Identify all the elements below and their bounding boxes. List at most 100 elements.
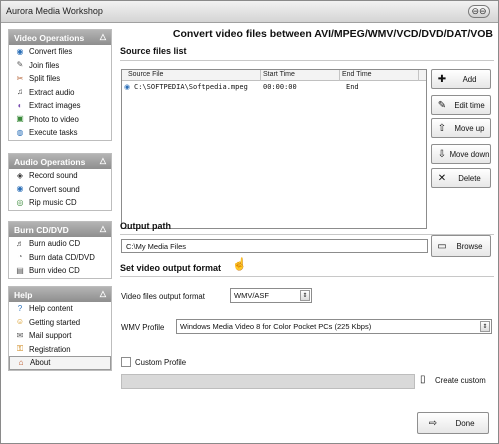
- select-value: Windows Media Video 8 for Color Pocket P…: [180, 322, 372, 331]
- chevron-updown-icon[interactable]: ⇕: [480, 321, 490, 332]
- panel-audio-operations: Audio Operations △ ◈ Record sound ◉ Conv…: [8, 153, 112, 211]
- panel-title: Audio Operations: [14, 157, 86, 167]
- collapse-icon[interactable]: △: [100, 289, 106, 298]
- convert-icon: ◉: [16, 46, 24, 56]
- column-header-start-time[interactable]: Start Time: [263, 71, 295, 78]
- sidebar: Video Operations △ ◉ Convert files ✎ Joi…: [1, 24, 116, 443]
- audio-icon: ♫: [17, 87, 23, 97]
- panel-title: Help: [14, 290, 33, 300]
- create-custom-button[interactable]: ▯ Create custom: [420, 374, 486, 386]
- photo-icon: ▣: [16, 114, 24, 124]
- sidebar-item-burn-video-cd[interactable]: ▤ Burn video CD: [9, 264, 111, 278]
- sidebar-item-record-sound[interactable]: ◈ Record sound: [9, 169, 111, 183]
- browse-button[interactable]: ▭ Browse: [431, 235, 491, 257]
- cell-end-time: End: [346, 83, 359, 91]
- button-label: Add: [462, 74, 477, 84]
- sidebar-item-split-files[interactable]: ✂ Split files: [9, 72, 111, 86]
- help-icon: ?: [17, 303, 23, 313]
- title-bar: Aurora Media Workshop ⊖⊖: [1, 1, 498, 23]
- sidebar-item-extract-images[interactable]: ◐ Extract images: [9, 99, 111, 113]
- sidebar-item-label: Burn audio CD: [29, 239, 81, 249]
- file-type-icon: ◉: [124, 83, 131, 91]
- panel-header[interactable]: Audio Operations △: [9, 154, 111, 169]
- burn-audio-icon: ♬: [16, 238, 24, 248]
- edit-time-button[interactable]: ✎ Edit time: [431, 95, 491, 115]
- sidebar-item-mail-support[interactable]: ✉ Mail support: [9, 329, 111, 343]
- sidebar-item-label: Burn data CD/DVD: [29, 252, 95, 262]
- split-icon: ✂: [16, 73, 24, 83]
- sidebar-item-label: Extract audio: [29, 87, 75, 97]
- collapse-icon[interactable]: △: [100, 32, 106, 41]
- panel-title: Burn CD/DVD: [14, 225, 69, 235]
- button-label: Move down: [449, 149, 490, 159]
- sidebar-item-help-content[interactable]: ? Help content: [9, 302, 111, 316]
- move-down-button[interactable]: ⇩ Move down: [431, 144, 491, 164]
- sidebar-item-execute-tasks[interactable]: ◍ Execute tasks: [9, 126, 111, 140]
- sidebar-item-label: Rip music CD: [29, 198, 77, 208]
- column-divider[interactable]: [260, 70, 261, 81]
- custom-profile-input: [121, 374, 415, 389]
- table-row[interactable]: ◉ C:\SOFTPEDIA\Softpedia.mpeg 00:00:00 E…: [122, 83, 426, 94]
- cd-icon: ◎: [16, 197, 24, 207]
- column-header-source-file[interactable]: Source File: [128, 71, 163, 78]
- arrow-down-icon: ⇩: [437, 148, 447, 160]
- document-icon: ▯: [420, 374, 426, 385]
- panel-header[interactable]: Video Operations △: [9, 30, 111, 45]
- button-label: Edit time: [454, 100, 485, 110]
- custom-profile-label: Custom Profile: [135, 358, 187, 367]
- sidebar-item-label: Mail support: [29, 331, 72, 341]
- registration-icon: ⚿: [16, 344, 24, 354]
- burn-video-icon: ▤: [16, 265, 24, 275]
- sidebar-item-rip-music-cd[interactable]: ◎ Rip music CD: [9, 196, 111, 210]
- page-title: Convert video files between AVI/MPEG/WMV…: [172, 28, 493, 40]
- sidebar-item-label: Convert sound: [29, 184, 80, 194]
- output-path-heading: Output path: [120, 221, 171, 231]
- burn-data-icon: ◔: [17, 252, 23, 262]
- sidebar-item-label: Burn video CD: [29, 266, 80, 276]
- sidebar-item-join-files[interactable]: ✎ Join files: [9, 59, 111, 73]
- move-up-button[interactable]: ⇧ Move up: [431, 118, 491, 138]
- hand-cursor-icon: ☝: [232, 257, 247, 271]
- start-icon: ☺: [15, 317, 25, 327]
- column-header-end-time[interactable]: End Time: [342, 71, 372, 78]
- wmv-profile-select[interactable]: Windows Media Video 8 for Color Pocket P…: [176, 319, 492, 334]
- join-icon: ✎: [16, 60, 24, 70]
- sidebar-item-photo-to-video[interactable]: ▣ Photo to video: [9, 113, 111, 127]
- record-icon: ◈: [16, 170, 24, 180]
- source-files-table[interactable]: Source File Start Time End Time ◉ C:\SOF…: [121, 69, 427, 229]
- sidebar-item-convert-sound[interactable]: ◉ Convert sound: [9, 183, 111, 197]
- done-button[interactable]: ⇨ Done: [417, 412, 489, 434]
- sidebar-item-label: Help content: [29, 304, 73, 314]
- column-divider[interactable]: [339, 70, 340, 81]
- chevron-updown-icon[interactable]: ⇕: [300, 290, 310, 301]
- window-minimize-button[interactable]: ⊖⊖: [468, 5, 490, 18]
- sidebar-item-label: Extract images: [29, 101, 81, 111]
- sidebar-item-about[interactable]: ⌂ About: [9, 356, 111, 370]
- arrow-up-icon: ⇧: [437, 122, 447, 134]
- sidebar-item-label: Photo to video: [29, 114, 79, 124]
- sidebar-item-label: Registration: [29, 344, 71, 354]
- delete-button[interactable]: ✕ Delete: [431, 168, 491, 188]
- convert-sound-icon: ◉: [16, 184, 24, 194]
- column-divider[interactable]: [418, 70, 419, 81]
- custom-profile-checkbox[interactable]: [121, 357, 131, 367]
- button-label: Move up: [454, 123, 485, 133]
- panel-header[interactable]: Burn CD/DVD △: [9, 222, 111, 237]
- edit-icon: ✎: [437, 99, 447, 111]
- select-value: WMV/ASF: [234, 291, 269, 300]
- sidebar-item-burn-data-cd-dvd[interactable]: ◔ Burn data CD/DVD: [9, 251, 111, 265]
- folder-icon: ▭: [437, 240, 447, 252]
- sidebar-item-burn-audio-cd[interactable]: ♬ Burn audio CD: [9, 237, 111, 251]
- sidebar-item-getting-started[interactable]: ☺ Getting started: [9, 316, 111, 330]
- add-button[interactable]: ✚ Add: [431, 69, 491, 89]
- home-icon: ⌂: [18, 357, 24, 367]
- collapse-icon[interactable]: △: [100, 224, 106, 233]
- panel-header[interactable]: Help △: [9, 287, 111, 302]
- output-path-input[interactable]: C:\My Media Files: [121, 239, 428, 253]
- output-format-select[interactable]: WMV/ASF ⇕: [230, 288, 312, 303]
- close-icon: ✕: [437, 172, 447, 184]
- sidebar-item-convert-files[interactable]: ◉ Convert files: [9, 45, 111, 59]
- sidebar-item-registration[interactable]: ⚿ Registration: [9, 343, 111, 357]
- sidebar-item-extract-audio[interactable]: ♫ Extract audio: [9, 86, 111, 100]
- collapse-icon[interactable]: △: [100, 156, 106, 165]
